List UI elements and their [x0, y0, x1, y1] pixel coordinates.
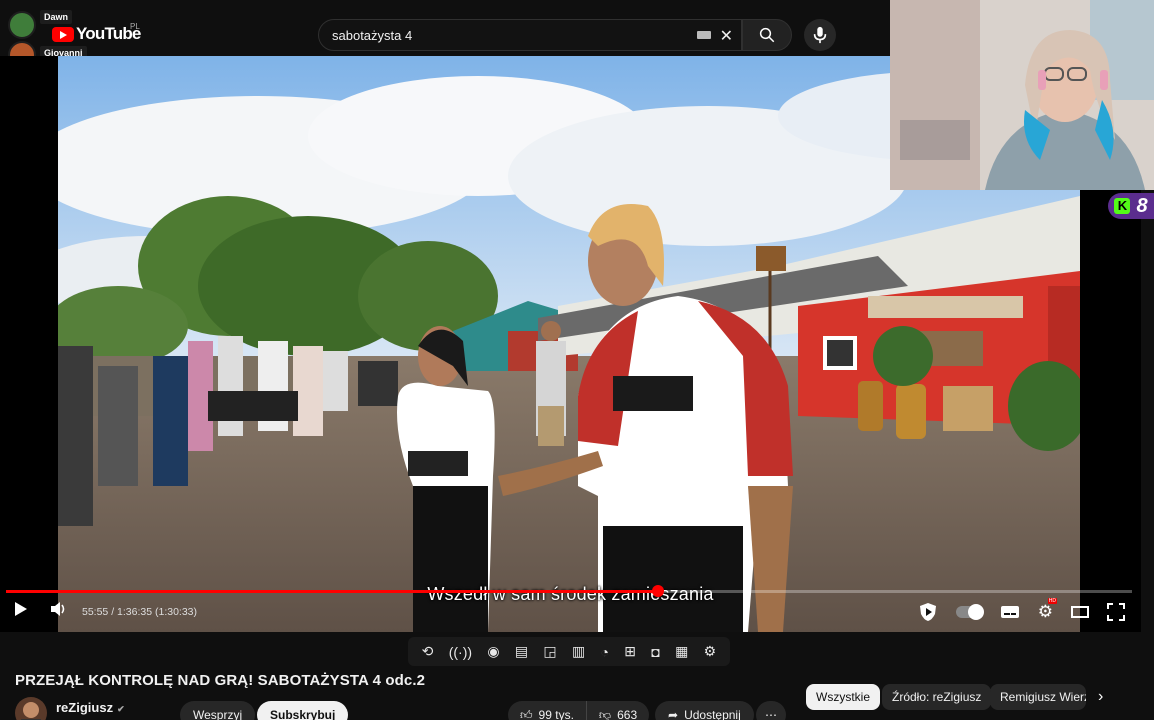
camera-icon[interactable]: ◘ — [651, 644, 659, 660]
like-button[interactable]: 👍︎ 99 tys. — [508, 701, 587, 720]
hd-badge: HD — [1047, 598, 1057, 604]
donate-label: Wesprzyj — [193, 708, 243, 720]
like-dislike-group: 👍︎ 99 tys. 👎︎ 663 — [508, 701, 650, 720]
subscribe-button[interactable]: Subskrybuj — [257, 701, 349, 720]
channel-name[interactable]: reZigiusz ✔ — [56, 700, 125, 715]
share-label: Udostępnij — [684, 708, 741, 720]
voice-search-button[interactable] — [804, 19, 836, 51]
dislike-button[interactable]: 👎︎ 663 — [587, 701, 649, 720]
chip-source[interactable]: Źródło: reZigiusz — [882, 684, 992, 710]
chip-all[interactable]: Wszystkie — [806, 684, 880, 710]
fullscreen-icon[interactable] — [1107, 603, 1125, 621]
chip-related[interactable]: Remigiusz Wierz — [990, 684, 1086, 710]
scrubber-handle[interactable] — [651, 585, 664, 597]
viewer-count: 8 — [1136, 194, 1148, 217]
picture-in-picture-icon[interactable]: ◲ — [543, 643, 556, 660]
shield-icon[interactable] — [918, 602, 938, 622]
subscribe-label: Subskrybuj — [270, 708, 336, 720]
like-count: 99 tys. — [538, 708, 574, 720]
webcam-overlay — [890, 0, 1154, 190]
broadcast-icon[interactable]: ((·)) — [449, 644, 472, 660]
more-actions-button[interactable]: ⋯ — [756, 701, 786, 720]
time-display: 55:55 / 1:36:35 (1:30:33) — [82, 606, 198, 618]
kick-viewer-badge: K 8 — [1108, 193, 1154, 219]
close-icon[interactable]: ✕ — [720, 26, 733, 46]
chevron-right-icon[interactable]: › — [1098, 688, 1103, 706]
speedometer-icon[interactable]: ◔ — [601, 644, 609, 660]
search-query[interactable]: sabotażysta 4 — [332, 28, 412, 43]
thumbs-down-icon: 👎︎ — [598, 707, 612, 720]
keyboard-icon[interactable]: ▦ — [675, 643, 688, 660]
theater-mode-icon[interactable] — [1071, 606, 1089, 618]
add-box-icon[interactable]: ⊞ — [624, 643, 636, 660]
player-controls-right: ⚙ HD — [918, 598, 1125, 622]
keyboard-icon[interactable] — [697, 31, 711, 39]
chip-label: Źródło: reZigiusz — [892, 690, 982, 704]
microphone-icon — [813, 26, 827, 44]
subtitles-icon[interactable] — [1000, 605, 1020, 619]
search-input[interactable]: sabotażysta 4 ✕ — [318, 19, 742, 51]
avatar — [8, 11, 36, 39]
gear-icon[interactable]: ⚙ — [704, 643, 717, 660]
youtube-logo[interactable]: YouTube PL — [52, 22, 141, 44]
thumbs-up-icon: 👍︎ — [520, 707, 533, 720]
loop-icon[interactable]: ⟲ — [422, 643, 434, 660]
channel-name-text[interactable]: reZigiusz — [56, 700, 113, 715]
play-icon[interactable] — [14, 601, 28, 624]
chip-label: Remigiusz Wierz — [1000, 690, 1086, 704]
chip-label: Wszystkie — [816, 690, 870, 704]
kick-logo: K — [1114, 198, 1131, 214]
video-title: PRZEJĄŁ KONTROLĘ NAD GRĄ! SABOTAŻYSTA 4 … — [15, 672, 426, 689]
verified-icon: ✔ — [117, 704, 125, 714]
more-icon: ⋯ — [765, 708, 777, 720]
chat-username: Dawn — [40, 10, 73, 24]
settings-button[interactable]: ⚙ HD — [1037, 598, 1057, 622]
progress-bar[interactable] — [6, 585, 1132, 597]
player-controls-left: 55:55 / 1:36:35 (1:30:33) — [14, 601, 197, 623]
clapperboard-icon[interactable]: ▤ — [515, 643, 528, 660]
youtube-play-icon — [52, 26, 74, 42]
search-icon — [759, 27, 775, 43]
eye-icon[interactable]: ◉ — [487, 643, 499, 660]
progress-fill — [6, 590, 658, 593]
film-strip-icon[interactable]: ▥ — [572, 643, 585, 660]
share-button[interactable]: ➦ Udostępnij — [655, 701, 754, 720]
autoplay-toggle[interactable] — [955, 604, 984, 620]
gear-icon: ⚙ — [1037, 602, 1053, 621]
dislike-count: 663 — [617, 708, 638, 720]
streamer-webcam-image — [890, 0, 1154, 190]
search-button[interactable] — [742, 19, 792, 51]
share-icon: ➦ — [668, 708, 679, 720]
region-code: PL — [130, 22, 140, 31]
donate-button[interactable]: Wesprzyj — [180, 701, 256, 720]
extension-toolbar: ⟲ ((·)) ◉ ▤ ◲ ▥ ◔ ⊞ ◘ ▦ ⚙ — [408, 637, 730, 666]
channel-avatar[interactable] — [15, 697, 47, 720]
volume-icon[interactable] — [50, 601, 68, 624]
